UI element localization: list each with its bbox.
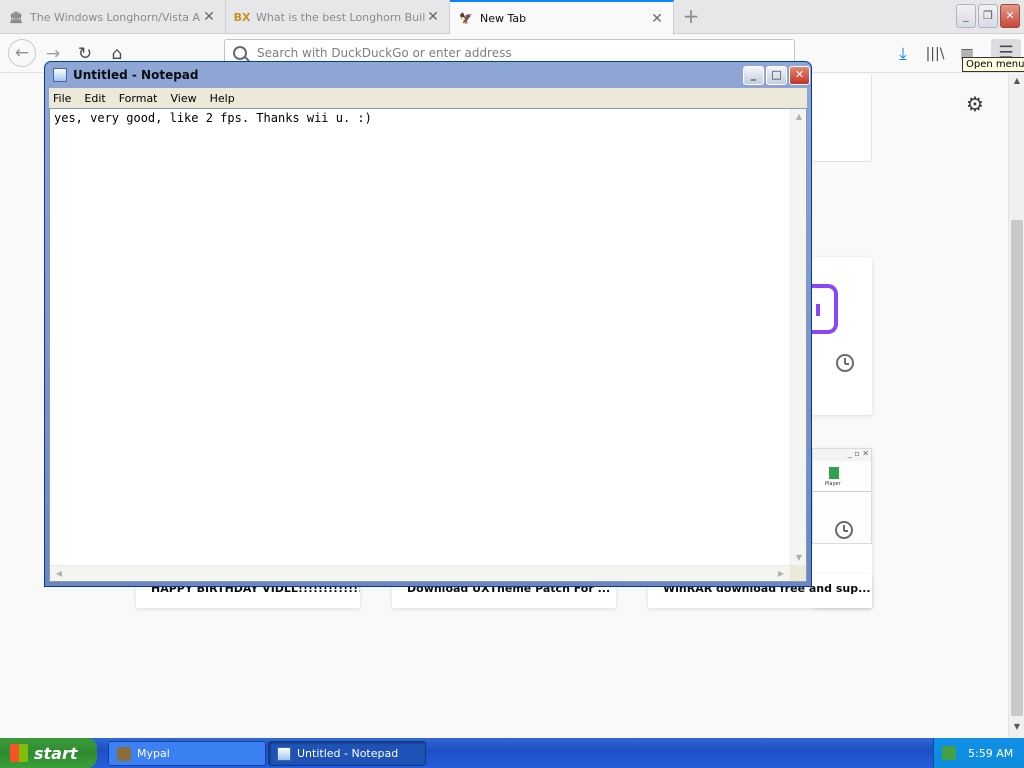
menu-help[interactable]: Help bbox=[210, 92, 235, 105]
download-icon[interactable]: ⤓ bbox=[890, 41, 916, 67]
network-icon[interactable] bbox=[942, 746, 956, 760]
scroll-up-arrow[interactable]: ▲ bbox=[792, 110, 806, 124]
start-label: start bbox=[34, 743, 78, 763]
twitch-icon bbox=[812, 284, 838, 334]
tab-label: What is the best Longhorn Build bbox=[256, 10, 425, 24]
top-site-card[interactable] bbox=[812, 74, 872, 162]
taskbar-item-notepad[interactable]: Untitled - Notepad bbox=[268, 741, 426, 766]
window-restore-button[interactable]: ❐ bbox=[978, 4, 998, 28]
window-minimize-button[interactable]: _ bbox=[956, 4, 976, 28]
taskbar-item-label: Untitled - Notepad bbox=[297, 747, 399, 760]
system-tray: 5:59 AM bbox=[933, 738, 1024, 768]
close-tab-icon[interactable]: ✕ bbox=[425, 9, 441, 25]
close-tab-icon[interactable]: ✕ bbox=[649, 11, 665, 27]
tab-new-tab[interactable]: 🦅 New Tab ✕ bbox=[450, 0, 674, 35]
thumbnail-window-bar: _ ▫ ✕ bbox=[813, 449, 871, 461]
library-icon[interactable]: |||\ bbox=[922, 41, 948, 67]
vertical-scrollbar[interactable]: ▲ ▼ bbox=[790, 109, 806, 567]
notepad-text-area[interactable]: yes, very good, like 2 fps. Thanks wii u… bbox=[49, 108, 807, 582]
building-icon: 🏛 bbox=[9, 10, 23, 24]
clock: 5:59 AM bbox=[968, 746, 1014, 760]
window-title: Untitled - Notepad bbox=[73, 68, 199, 82]
notepad-icon bbox=[53, 68, 67, 82]
scroll-right-arrow[interactable]: ▶ bbox=[774, 567, 788, 581]
scroll-left-arrow[interactable]: ◀ bbox=[52, 567, 66, 581]
tab-bar: 🏛 The Windows Longhorn/Vista Arc ✕ BX Wh… bbox=[0, 0, 1024, 35]
scroll-down-arrow[interactable]: ▼ bbox=[792, 551, 806, 565]
notepad-title-bar[interactable]: Untitled - Notepad _ □ ✕ bbox=[49, 62, 810, 88]
new-tab-button[interactable]: + bbox=[680, 6, 702, 28]
document-text[interactable]: yes, very good, like 2 fps. Thanks wii u… bbox=[54, 111, 372, 125]
resize-grip[interactable] bbox=[790, 565, 806, 581]
back-button[interactable]: ← bbox=[8, 39, 36, 67]
windows-logo-icon bbox=[10, 744, 28, 762]
notepad-window: Untitled - Notepad _ □ ✕ File Edit Forma… bbox=[44, 61, 812, 587]
maximize-button[interactable]: □ bbox=[766, 66, 787, 85]
window-close-button[interactable]: ✕ bbox=[1000, 4, 1020, 28]
forum-icon: BX bbox=[233, 10, 251, 24]
scroll-up-arrow[interactable]: ▲ bbox=[1011, 76, 1023, 90]
menu-format[interactable]: Format bbox=[119, 92, 158, 105]
close-tab-icon[interactable]: ✕ bbox=[201, 9, 217, 25]
mypal-icon bbox=[117, 746, 131, 761]
taskbar-item-label: Mypal bbox=[137, 747, 170, 760]
search-icon bbox=[233, 46, 247, 60]
scrollbar-thumb[interactable] bbox=[1011, 220, 1023, 716]
horizontal-scrollbar[interactable]: ◀ ▶ bbox=[50, 565, 792, 581]
menu-file[interactable]: File bbox=[53, 92, 71, 105]
divider bbox=[813, 491, 871, 492]
taskbar-item-mypal[interactable]: Mypal bbox=[108, 741, 266, 766]
player-icon bbox=[829, 467, 839, 479]
notepad-menu-bar: File Edit Format View Help bbox=[49, 88, 807, 108]
scroll-down-arrow[interactable]: ▼ bbox=[1011, 722, 1023, 736]
page-thumbnail: _ ▫ ✕ Player bbox=[812, 448, 872, 544]
address-placeholder: Search with DuckDuckGo or enter address bbox=[257, 46, 512, 60]
close-button[interactable]: ✕ bbox=[789, 66, 810, 85]
menu-tooltip: Open menu bbox=[962, 57, 1024, 72]
menu-edit[interactable]: Edit bbox=[84, 92, 105, 105]
tab-label: The Windows Longhorn/Vista Arc bbox=[30, 10, 201, 24]
highlight-card[interactable] bbox=[812, 257, 872, 415]
mypal-icon: 🦅 bbox=[459, 12, 473, 25]
tab-longhorn-archive[interactable]: 🏛 The Windows Longhorn/Vista Arc ✕ bbox=[0, 0, 226, 34]
tab-best-longhorn-build[interactable]: BX What is the best Longhorn Build ✕ bbox=[226, 0, 450, 34]
start-button[interactable]: start bbox=[0, 738, 97, 768]
tab-label: New Tab bbox=[480, 12, 527, 25]
clock-icon bbox=[836, 354, 854, 372]
gear-icon[interactable]: ⚙ bbox=[966, 92, 984, 116]
clock-icon bbox=[835, 521, 853, 539]
menu-view[interactable]: View bbox=[171, 92, 197, 105]
page-scrollbar[interactable]: ▲ ▼ bbox=[1008, 74, 1024, 738]
thumbnail-label: Player bbox=[825, 481, 841, 487]
minimize-button[interactable]: _ bbox=[743, 66, 764, 85]
taskbar: start Mypal Untitled - Notepad 5:59 AM bbox=[0, 738, 1024, 768]
notepad-icon bbox=[277, 746, 291, 761]
